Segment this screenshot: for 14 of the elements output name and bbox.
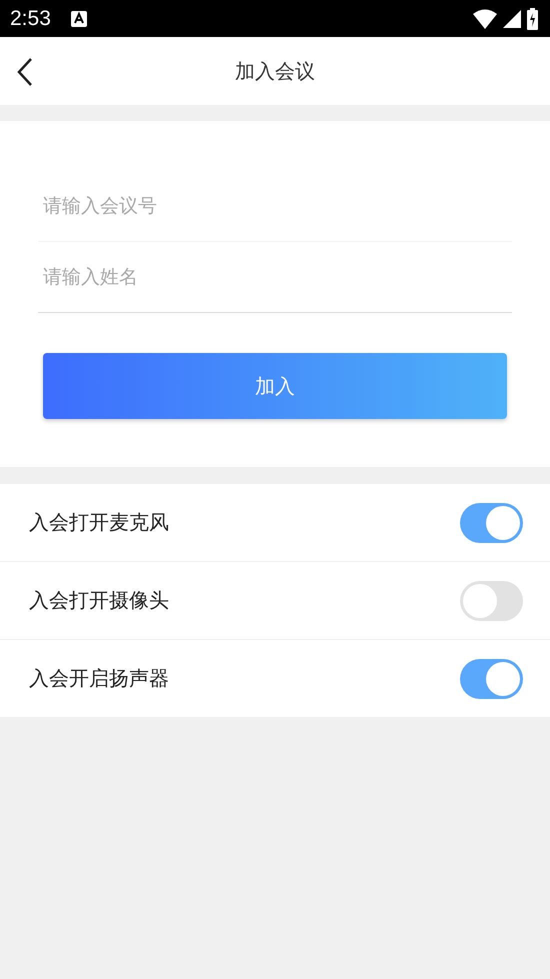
input-field[interactable]: 请输入姓名 xyxy=(38,242,512,313)
option-label: 入会开启扬声器 xyxy=(29,665,169,692)
page-title: 加入会议 xyxy=(235,58,315,84)
option-label: 入会打开摄像头 xyxy=(29,587,169,614)
notification-icon xyxy=(70,10,87,26)
toggle-switch[interactable] xyxy=(460,658,523,698)
toggle-switch[interactable] xyxy=(460,580,523,620)
join-button[interactable]: 加入 xyxy=(43,353,507,419)
toggle-switch[interactable] xyxy=(460,502,523,542)
signal-icon xyxy=(503,10,521,28)
wifi-icon xyxy=(473,8,497,28)
battery-icon xyxy=(527,8,538,30)
status-time: 2:53 xyxy=(10,6,51,30)
option-label: 入会打开麦克风 xyxy=(29,509,169,536)
